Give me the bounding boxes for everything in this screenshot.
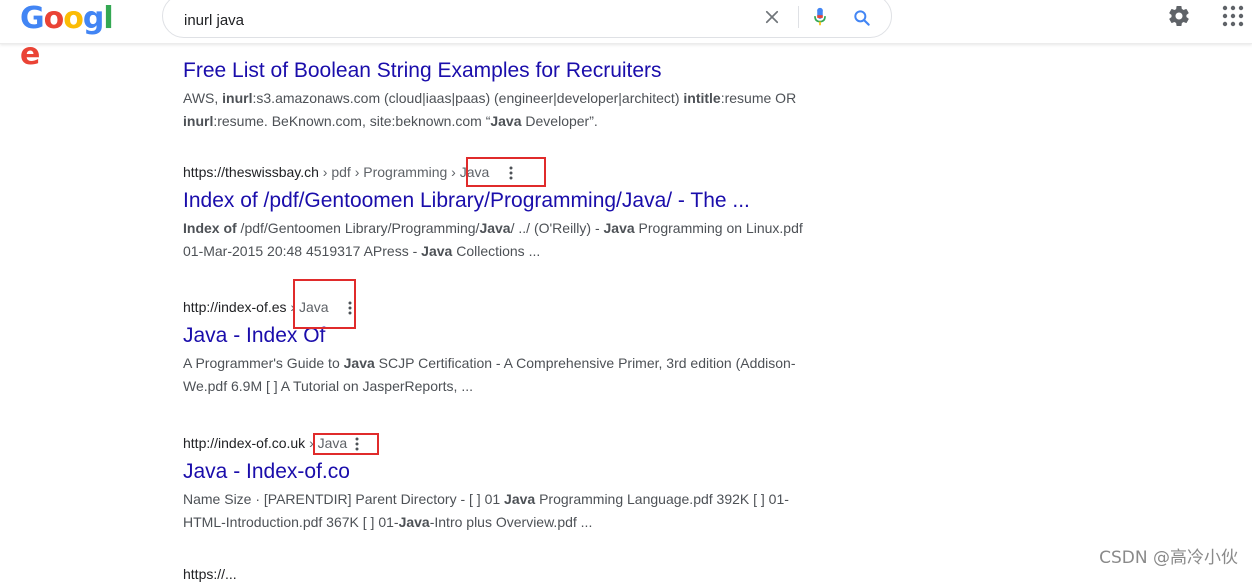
close-icon[interactable] xyxy=(763,8,781,26)
mic-icon[interactable] xyxy=(812,6,828,28)
snippet-highlight: Java xyxy=(504,491,536,507)
more-options-icon[interactable] xyxy=(355,437,359,451)
result-snippet: A Programmer's Guide to Java SCJP Certif… xyxy=(183,355,796,394)
result-site: http://index-of.co.uk xyxy=(183,435,306,451)
gear-icon[interactable] xyxy=(1167,4,1191,28)
result-url-breadcrumb[interactable]: http://index-of.es › Java xyxy=(183,297,823,317)
result-url-breadcrumb[interactable]: https://theswissbay.ch › pdf › Programmi… xyxy=(183,162,823,182)
snippet-highlight: intitle xyxy=(683,90,721,106)
logo-letter: G xyxy=(20,1,45,36)
snippet-highlight: Java xyxy=(603,220,635,236)
result-url-breadcrumb[interactable]: http://index-of.co.uk › Java xyxy=(183,433,823,453)
more-options-icon[interactable] xyxy=(348,301,352,315)
result-site: https://theswissbay.ch xyxy=(183,164,319,180)
snippet-highlight: Java xyxy=(343,355,375,371)
result-title-link[interactable]: Index of /pdf/Gentoomen Library/Programm… xyxy=(183,188,823,214)
snippet-highlight: Java xyxy=(398,514,430,530)
snippet-highlight: Java xyxy=(490,113,522,129)
search-icon[interactable] xyxy=(852,8,872,28)
logo-letter: l xyxy=(103,1,113,36)
result-title-link[interactable]: Free List of Boolean String Examples for… xyxy=(183,58,823,84)
watermark-text: CSDN @高冷小伙 xyxy=(1099,548,1238,568)
result-crumbs: › pdf › Programming › Java xyxy=(318,164,490,180)
result-crumbs: › Java xyxy=(286,299,329,315)
search-result: http://index-of.es › Java Java - Index O… xyxy=(183,297,823,398)
snippet-highlight: Index of xyxy=(183,220,237,236)
apps-grid-icon[interactable] xyxy=(1222,5,1244,27)
result-title-link[interactable]: Java - Index Of xyxy=(183,323,823,349)
snippet-highlight: Java xyxy=(421,243,453,259)
snippet-highlight: inurl xyxy=(183,113,214,129)
logo-letter: g xyxy=(82,1,105,36)
result-snippet: Name Size · [PARENTDIR] Parent Directory… xyxy=(183,491,789,530)
search-box[interactable] xyxy=(162,0,892,38)
result-title-link[interactable]: Java - Index-of.co xyxy=(183,459,823,485)
logo-letter: o xyxy=(63,1,84,36)
google-doodle-logo[interactable]: Googl e xyxy=(20,1,120,72)
next-result-cite-partial[interactable]: https://... xyxy=(183,566,237,582)
logo-letter: o xyxy=(43,1,65,36)
search-input[interactable] xyxy=(184,9,744,31)
result-crumbs: › Java xyxy=(305,435,348,451)
snippet-highlight: inurl xyxy=(222,90,253,106)
more-options-icon[interactable] xyxy=(509,166,513,180)
divider xyxy=(798,6,799,28)
logo-letter: e xyxy=(20,37,40,72)
result-snippet: Index of /pdf/Gentoomen Library/Programm… xyxy=(183,220,803,259)
search-result: https://theswissbay.ch › pdf › Programmi… xyxy=(183,162,823,263)
result-snippet: AWS, inurl:s3.amazonaws.com (cloud|iaas|… xyxy=(183,90,797,129)
snippet-highlight: Java xyxy=(479,220,511,236)
search-result: http://index-of.co.uk › Java Java - Inde… xyxy=(183,433,823,534)
top-bar: Googl e xyxy=(0,0,1252,72)
search-result: Free List of Boolean String Examples for… xyxy=(183,52,823,133)
result-site: http://index-of.es xyxy=(183,299,287,315)
